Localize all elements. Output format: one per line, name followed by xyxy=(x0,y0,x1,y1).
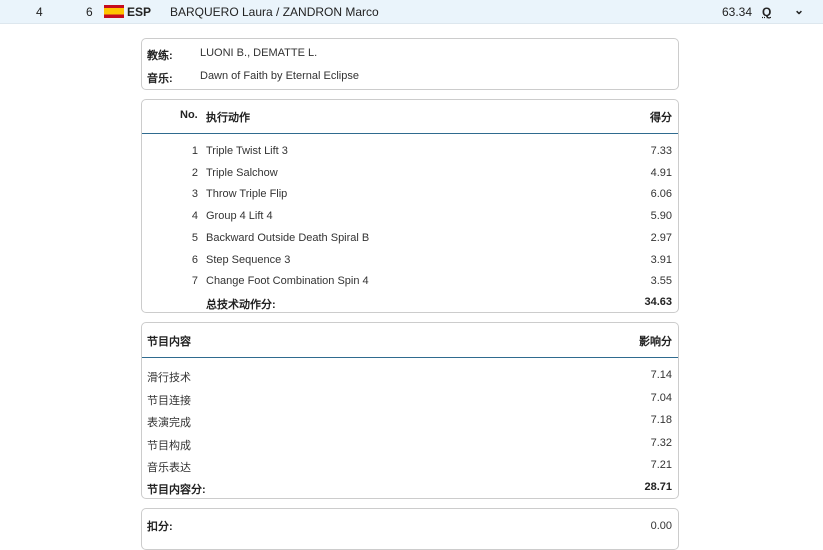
element-score: 7.33 xyxy=(650,145,672,157)
pcs-label: 节目内容分: xyxy=(147,484,206,496)
component-name: 音乐表达 xyxy=(147,462,191,475)
qualified-badge: Q xyxy=(762,5,772,19)
element-row: 4 Group 4 Lift 4 5.90 xyxy=(142,207,678,227)
component-row: 音乐表达 7.21 xyxy=(142,456,678,476)
element-no: 5 xyxy=(191,231,198,244)
components-table: 节目内容 影响分 滑行技术 7.14 节目连接 7.04 表演完成 7.18 节目构成 7.32… xyxy=(141,322,679,499)
component-score: 7.14 xyxy=(650,369,672,381)
element-score: 4.91 xyxy=(650,166,672,179)
element-score: 3.55 xyxy=(650,275,672,288)
chevron-down-icon[interactable]: ⌄ xyxy=(794,3,804,17)
element-row: 6 Step Sequence 3 3.91 xyxy=(142,251,678,271)
deductions-label: 扣分: xyxy=(147,521,173,533)
element-name: Throw Triple Flip xyxy=(206,188,288,201)
element-name: Change Foot Combination Spin 4 xyxy=(206,275,369,288)
deductions-value: 0.00 xyxy=(650,520,672,532)
component-name: 节目构成 xyxy=(147,439,191,452)
spain-flag-icon xyxy=(104,5,124,18)
result-row[interactable]: 4 6 ESP BARQUERO Laura / ZANDRON Marco 6… xyxy=(0,0,823,24)
col-factor: 影响分 xyxy=(639,336,672,348)
component-score: 7.04 xyxy=(650,391,672,404)
total-score: 63.34 xyxy=(722,5,753,19)
element-score: 3.91 xyxy=(650,253,672,266)
element-score: 5.90 xyxy=(650,210,672,223)
element-score: 6.06 xyxy=(650,188,672,201)
col-element: 执行动作 xyxy=(206,112,250,124)
col-component: 节目内容 xyxy=(147,336,191,348)
component-score: 7.21 xyxy=(650,459,672,472)
element-no: 7 xyxy=(191,275,198,288)
deductions-box: 扣分: 0.00 xyxy=(141,508,679,550)
element-no: 4 xyxy=(191,210,198,223)
element-row: 1 Triple Twist Lift 3 7.33 xyxy=(142,142,678,162)
element-score: 2.97 xyxy=(650,231,672,244)
component-name: 表演完成 xyxy=(147,417,191,430)
rank: 4 xyxy=(36,5,43,19)
element-no: 1 xyxy=(191,145,198,157)
element-no: 3 xyxy=(191,188,198,201)
component-row: 节目构成 7.32 xyxy=(142,434,678,454)
component-name: 滑行技术 xyxy=(147,372,191,384)
tes-total: 34.63 xyxy=(644,296,672,308)
element-no: 6 xyxy=(191,253,198,266)
component-score: 7.32 xyxy=(650,436,672,449)
music-label: 音乐: xyxy=(147,73,173,85)
element-no: 2 xyxy=(191,166,198,179)
component-row: 滑行技术 7.14 xyxy=(142,366,678,386)
element-row: 3 Throw Triple Flip 6.06 xyxy=(142,185,678,205)
music: Dawn of Faith by Eternal Eclipse xyxy=(200,70,359,82)
element-row: 7 Change Foot Combination Spin 4 3.55 xyxy=(142,272,678,292)
start-number: 6 xyxy=(86,5,93,19)
element-row: 5 Backward Outside Death Spiral B 2.97 xyxy=(142,229,678,249)
element-row: 2 Triple Salchow 4.91 xyxy=(142,164,678,184)
tes-label: 总技术动作分: xyxy=(206,299,276,311)
info-box: 教练: LUONI B., DEMATTE L. 音乐: Dawn of Faith… xyxy=(141,38,679,90)
element-name: Backward Outside Death Spiral B xyxy=(206,231,370,244)
coach-label: 教练: xyxy=(147,50,173,62)
component-score: 7.18 xyxy=(650,414,672,427)
nation: ESP xyxy=(127,5,152,19)
col-no: No. xyxy=(180,109,198,121)
skater-names: BARQUERO Laura / ZANDRON Marco xyxy=(170,5,379,19)
pcs-total: 28.71 xyxy=(644,481,672,493)
element-name: Triple Salchow xyxy=(206,166,278,179)
col-score: 得分 xyxy=(650,112,672,124)
component-row: 表演完成 7.18 xyxy=(142,411,678,431)
element-name: Step Sequence 3 xyxy=(206,253,291,266)
component-name: 节目连接 xyxy=(147,394,191,407)
component-row: 节目连接 7.04 xyxy=(142,389,678,409)
element-name: Group 4 Lift 4 xyxy=(206,210,273,223)
element-name: Triple Twist Lift 3 xyxy=(206,145,288,157)
elements-table: No. 执行动作 得分 1 Triple Twist Lift 3 7.33 2 Tripl… xyxy=(141,99,679,313)
coach: LUONI B., DEMATTE L. xyxy=(200,47,318,59)
